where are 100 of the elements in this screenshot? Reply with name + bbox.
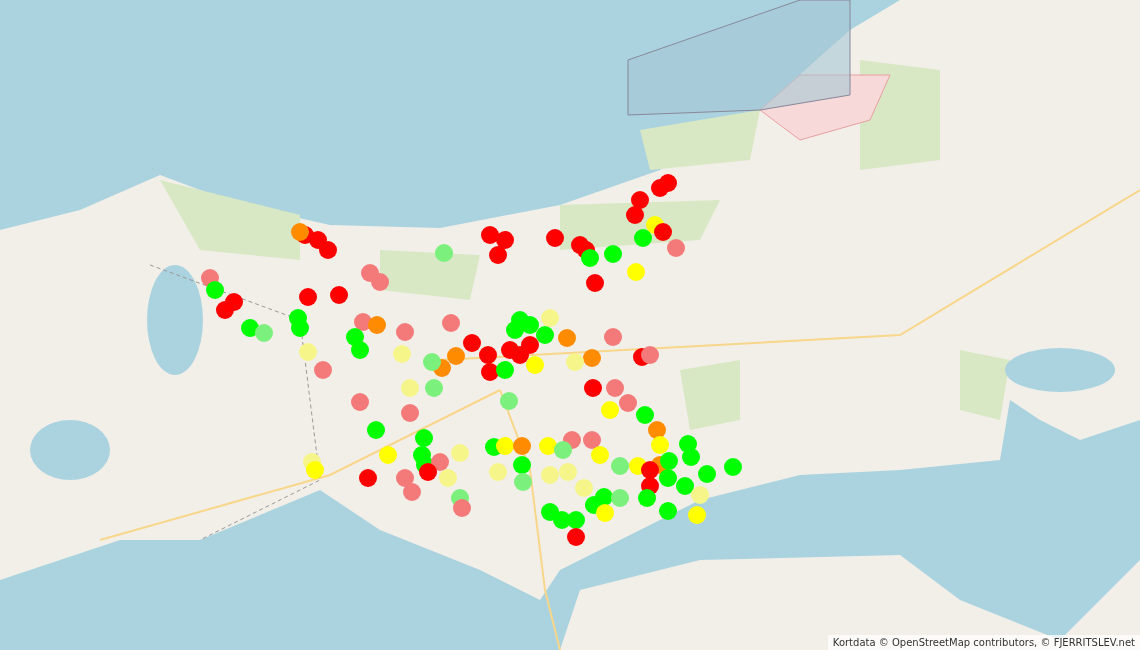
map-marker[interactable] bbox=[500, 392, 518, 410]
map-marker[interactable] bbox=[611, 457, 629, 475]
map-marker[interactable] bbox=[604, 328, 622, 346]
map-marker[interactable] bbox=[584, 379, 602, 397]
map-marker[interactable] bbox=[660, 452, 678, 470]
map-marker[interactable] bbox=[423, 353, 441, 371]
map-marker[interactable] bbox=[575, 479, 593, 497]
map-marker[interactable] bbox=[627, 263, 645, 281]
map-marker[interactable] bbox=[691, 486, 709, 504]
map-marker[interactable] bbox=[659, 502, 677, 520]
map-marker[interactable] bbox=[403, 483, 421, 501]
map-marker[interactable] bbox=[591, 446, 609, 464]
map-marker[interactable] bbox=[496, 437, 514, 455]
map-marker[interactable] bbox=[291, 319, 309, 337]
map-marker[interactable] bbox=[638, 489, 656, 507]
map-marker[interactable] bbox=[601, 401, 619, 419]
map-marker[interactable] bbox=[415, 429, 433, 447]
map-marker[interactable] bbox=[619, 394, 637, 412]
map-marker[interactable] bbox=[651, 436, 669, 454]
map-marker[interactable] bbox=[583, 349, 601, 367]
map-marker[interactable] bbox=[604, 245, 622, 263]
map-marker[interactable] bbox=[659, 174, 677, 192]
map-marker[interactable] bbox=[513, 437, 531, 455]
map-marker[interactable] bbox=[368, 316, 386, 334]
map-marker[interactable] bbox=[299, 343, 317, 361]
map-marker[interactable] bbox=[419, 463, 437, 481]
map-marker[interactable] bbox=[431, 453, 449, 471]
map-marker[interactable] bbox=[306, 461, 324, 479]
map-marker[interactable] bbox=[654, 223, 672, 241]
map-marker[interactable] bbox=[566, 353, 584, 371]
map-marker[interactable] bbox=[521, 336, 539, 354]
map-marker[interactable] bbox=[489, 463, 507, 481]
map-marker[interactable] bbox=[481, 363, 499, 381]
map-marker[interactable] bbox=[641, 346, 659, 364]
map-marker[interactable] bbox=[425, 379, 443, 397]
map-marker[interactable] bbox=[367, 421, 385, 439]
map-marker[interactable] bbox=[506, 321, 524, 339]
map-marker[interactable] bbox=[481, 226, 499, 244]
map-marker[interactable] bbox=[330, 286, 348, 304]
map-marker[interactable] bbox=[314, 361, 332, 379]
map-marker[interactable] bbox=[676, 477, 694, 495]
map-marker[interactable] bbox=[255, 324, 273, 342]
map-marker[interactable] bbox=[291, 223, 309, 241]
map-marker[interactable] bbox=[451, 444, 469, 462]
map-marker[interactable] bbox=[514, 473, 532, 491]
map-marker[interactable] bbox=[606, 379, 624, 397]
map-marker[interactable] bbox=[479, 346, 497, 364]
map-marker[interactable] bbox=[463, 334, 481, 352]
map-marker[interactable] bbox=[496, 361, 514, 379]
map-marker[interactable] bbox=[396, 469, 414, 487]
map-marker[interactable] bbox=[526, 356, 544, 374]
map-marker[interactable] bbox=[541, 466, 559, 484]
map-marker[interactable] bbox=[241, 319, 259, 337]
map-marker[interactable] bbox=[636, 406, 654, 424]
map-marker[interactable] bbox=[401, 379, 419, 397]
map-marker[interactable] bbox=[371, 273, 389, 291]
map-marker[interactable] bbox=[682, 448, 700, 466]
map-marker[interactable] bbox=[583, 431, 601, 449]
map-marker[interactable] bbox=[521, 316, 539, 334]
map-marker[interactable] bbox=[581, 249, 599, 267]
map-marker[interactable] bbox=[567, 528, 585, 546]
map-marker[interactable] bbox=[496, 231, 514, 249]
map-marker[interactable] bbox=[688, 506, 706, 524]
map-marker[interactable] bbox=[634, 229, 652, 247]
map-marker[interactable] bbox=[596, 504, 614, 522]
map-marker[interactable] bbox=[641, 461, 659, 479]
map-marker[interactable] bbox=[698, 465, 716, 483]
map-marker[interactable] bbox=[541, 503, 559, 521]
map-marker[interactable] bbox=[559, 463, 577, 481]
map-marker[interactable] bbox=[513, 456, 531, 474]
map-marker[interactable] bbox=[351, 341, 369, 359]
map-marker[interactable] bbox=[401, 404, 419, 422]
map-marker[interactable] bbox=[435, 244, 453, 262]
map-marker[interactable] bbox=[558, 329, 576, 347]
map-marker[interactable] bbox=[351, 393, 369, 411]
map-marker[interactable] bbox=[648, 421, 666, 439]
map-marker[interactable] bbox=[379, 446, 397, 464]
map-marker[interactable] bbox=[567, 511, 585, 529]
map-marker[interactable] bbox=[546, 229, 564, 247]
map-marker[interactable] bbox=[396, 323, 414, 341]
map-marker[interactable] bbox=[554, 441, 572, 459]
map-marker[interactable] bbox=[439, 469, 457, 487]
map-marker[interactable] bbox=[489, 246, 507, 264]
map-marker[interactable] bbox=[299, 288, 317, 306]
map-marker[interactable] bbox=[536, 326, 554, 344]
map-marker[interactable] bbox=[359, 469, 377, 487]
map-marker[interactable] bbox=[206, 281, 224, 299]
map-marker[interactable] bbox=[626, 206, 644, 224]
map-marker[interactable] bbox=[659, 469, 677, 487]
map-marker[interactable] bbox=[541, 309, 559, 327]
map-marker[interactable] bbox=[393, 345, 411, 363]
map-marker[interactable] bbox=[586, 274, 604, 292]
map-marker[interactable] bbox=[611, 489, 629, 507]
map-marker[interactable] bbox=[724, 458, 742, 476]
map-marker[interactable] bbox=[447, 347, 465, 365]
map-marker[interactable] bbox=[442, 314, 460, 332]
map-marker[interactable] bbox=[631, 191, 649, 209]
map-marker[interactable] bbox=[319, 241, 337, 259]
map-marker[interactable] bbox=[453, 499, 471, 517]
map-marker[interactable] bbox=[539, 437, 557, 455]
